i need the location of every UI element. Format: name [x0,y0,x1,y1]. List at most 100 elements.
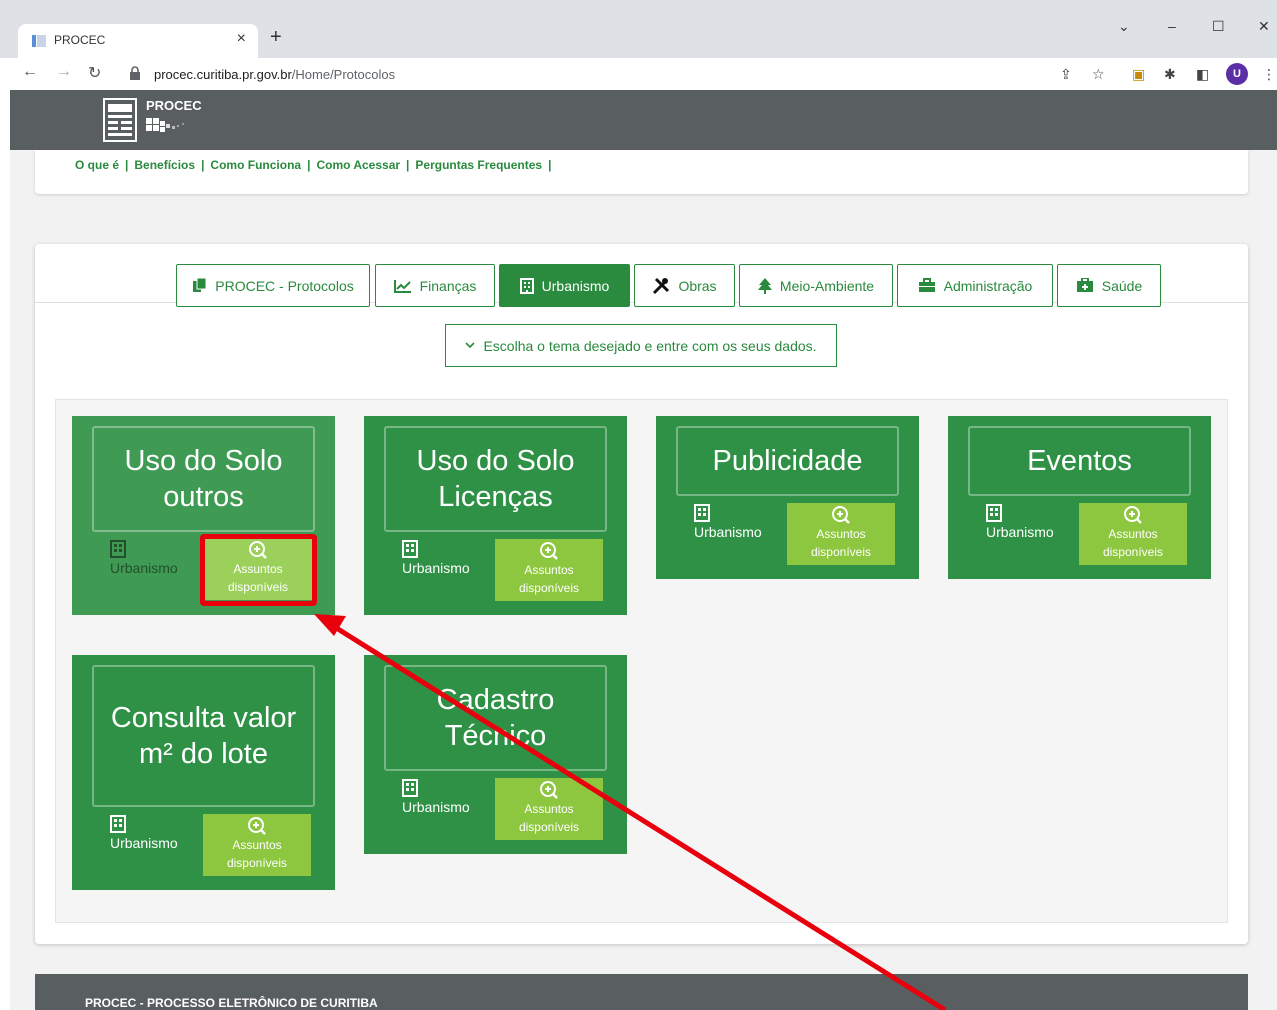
maximize-icon[interactable]: ☐ [1212,18,1225,35]
chart-line-icon [393,279,411,293]
tab-label: Finanças [419,277,477,294]
logo-pixels-icon [146,118,184,132]
footer-title: PROCEC - PROCESSO ELETRÔNICO DE CURITIBA [85,996,378,1010]
menu-separator: | [201,158,205,172]
assuntos-disponiveis-button[interactable]: Assuntos disponíveis [787,503,895,565]
address-bar[interactable]: procec.curitiba.pr.gov.br/Home/Protocolo… [118,60,1078,88]
tab-label: Administração [943,277,1033,294]
tile-title: Eventos [968,426,1191,496]
minimize-icon[interactable]: – [1168,18,1176,34]
close-window-icon[interactable]: ✕ [1258,18,1270,35]
assuntos-disponiveis-label: Assuntos disponíveis [518,563,580,595]
tile-category-label: Urbanismo [694,524,762,540]
menu-separator: | [125,158,129,172]
info-menu-links: O que é | Benefícios | Como Funciona | Como Ac… [75,158,557,172]
tile-title: Cadastro Técnico [384,665,607,771]
tools-icon [653,277,670,294]
building-icon [402,540,418,558]
theme-select[interactable]: Escolha o tema desejado e entre com os s… [445,324,837,367]
tab-close-icon[interactable]: × [237,30,246,48]
logo-text: PROCEC [146,98,202,113]
zoom-in-icon [248,817,266,835]
side-panel-icon[interactable]: ◧ [1196,66,1209,83]
tab-label: PROCEC - Protocolos [215,277,354,294]
tab-procec-protocolos[interactable]: PROCEC - Protocolos [176,264,370,307]
tile-publicidade[interactable]: Publicidade Urbanismo Assuntos disponíve… [656,416,919,579]
zoom-in-icon [1124,506,1142,524]
tab-administracao[interactable]: Administração [897,264,1053,307]
menu-separator: | [307,158,311,172]
browser-tab-title: PROCEC [54,33,106,47]
tab-urbanismo[interactable]: Urbanismo [499,264,630,307]
tab-meio-ambiente[interactable]: Meio-Ambiente [739,264,893,307]
assuntos-disponiveis-button[interactable]: Assuntos disponíveis [495,778,603,840]
extension-icon[interactable]: ▣ [1132,66,1145,83]
site-header: PROCEC [10,90,1277,150]
reload-icon[interactable]: ↻ [88,63,101,83]
puzzle-extensions-icon[interactable]: ✱ [1164,66,1176,83]
lock-icon [130,66,140,80]
share-icon[interactable]: ⇪ [1060,66,1072,83]
building-icon [110,815,126,833]
assuntos-disponiveis-label: Assuntos disponíveis [810,527,872,559]
tile-category: Urbanismo [402,540,470,576]
menu-link-beneficios[interactable]: Benefícios [134,158,195,172]
briefcase-icon [918,278,935,292]
menu-kebab-icon[interactable]: ⋮ [1262,66,1276,83]
tile-uso-do-solo-licencas[interactable]: Uso do Solo Licenças Urbanismo Assuntos … [364,416,627,615]
menu-link-perguntas-frequentes[interactable]: Perguntas Frequentes [415,158,542,172]
tree-icon [757,277,772,294]
menu-separator: | [406,158,410,172]
assuntos-disponiveis-button[interactable]: Assuntos disponíveis [203,814,311,876]
assuntos-disponiveis-button[interactable]: Assuntos disponíveis [1079,503,1187,565]
copy-icon [193,278,207,292]
zoom-in-icon [832,506,850,524]
tab-label: Saúde [1101,277,1143,294]
tile-title: Uso do Solo outros [92,426,315,532]
tile-title: Uso do Solo Licenças [384,426,607,532]
theme-select-label: Escolha o tema desejado e entre com os s… [483,337,817,354]
profile-avatar[interactable]: U [1226,63,1248,85]
menu-separator: | [548,158,552,172]
tab-obras[interactable]: Obras [634,264,735,307]
tile-category: Urbanismo [402,779,470,815]
zoom-in-icon [540,542,558,560]
menu-link-como-acessar[interactable]: Como Acessar [316,158,400,172]
site-footer: PROCEC - PROCESSO ELETRÔNICO DE CURITIBA [35,974,1248,1010]
tab-saude[interactable]: Saúde [1057,264,1161,307]
new-tab-icon[interactable]: + [270,26,282,49]
tile-category-label: Urbanismo [986,524,1054,540]
browser-toolbar: ← → ↻ procec.curitiba.pr.gov.br/Home/Pro… [0,58,1277,90]
forward-icon[interactable]: → [56,63,72,81]
medkit-icon [1076,278,1093,292]
tile-eventos[interactable]: Eventos Urbanismo Assuntos disponíveis [948,416,1211,579]
tab-label: Urbanismo [541,277,610,294]
building-icon [402,779,418,797]
tile-title: Consulta valor m² do lote [92,665,315,807]
tab-financas[interactable]: Finanças [375,264,495,307]
tile-consulta-valor-m2[interactable]: Consulta valor m² do lote Urbanismo Assu… [72,655,335,890]
building-icon [519,277,534,294]
tab-search-icon[interactable]: ⌄ [1118,18,1130,35]
menu-link-o-que-e[interactable]: O que é [75,158,119,172]
building-icon [986,504,1002,522]
tab-label: Obras [678,277,717,294]
zoom-in-icon [540,781,558,799]
back-icon[interactable]: ← [22,63,38,81]
assuntos-disponiveis-label: Assuntos disponíveis [226,838,288,870]
assuntos-disponiveis-button[interactable]: Assuntos disponíveis [495,539,603,601]
assuntos-disponiveis-label: Assuntos disponíveis [1102,527,1164,559]
info-menu: O que é | Benefícios | Como Funciona | Como Ac… [35,150,1248,194]
procec-logo-icon[interactable] [103,98,137,142]
menu-link-como-funciona[interactable]: Como Funciona [210,158,301,172]
tile-category-label: Urbanismo [402,799,470,815]
tile-category: Urbanismo [110,540,178,576]
bookmark-star-icon[interactable]: ☆ [1092,66,1105,83]
page-favicon-icon [32,35,46,47]
browser-tab[interactable]: PROCEC × [18,24,258,58]
url-text: procec.curitiba.pr.gov.br/Home/Protocolo… [154,67,396,82]
tile-cadastro-tecnico[interactable]: Cadastro Técnico Urbanismo Assuntos disp… [364,655,627,854]
annotation-highlight-box [200,534,317,606]
tile-category-label: Urbanismo [110,560,178,576]
tile-category-label: Urbanismo [110,835,178,851]
